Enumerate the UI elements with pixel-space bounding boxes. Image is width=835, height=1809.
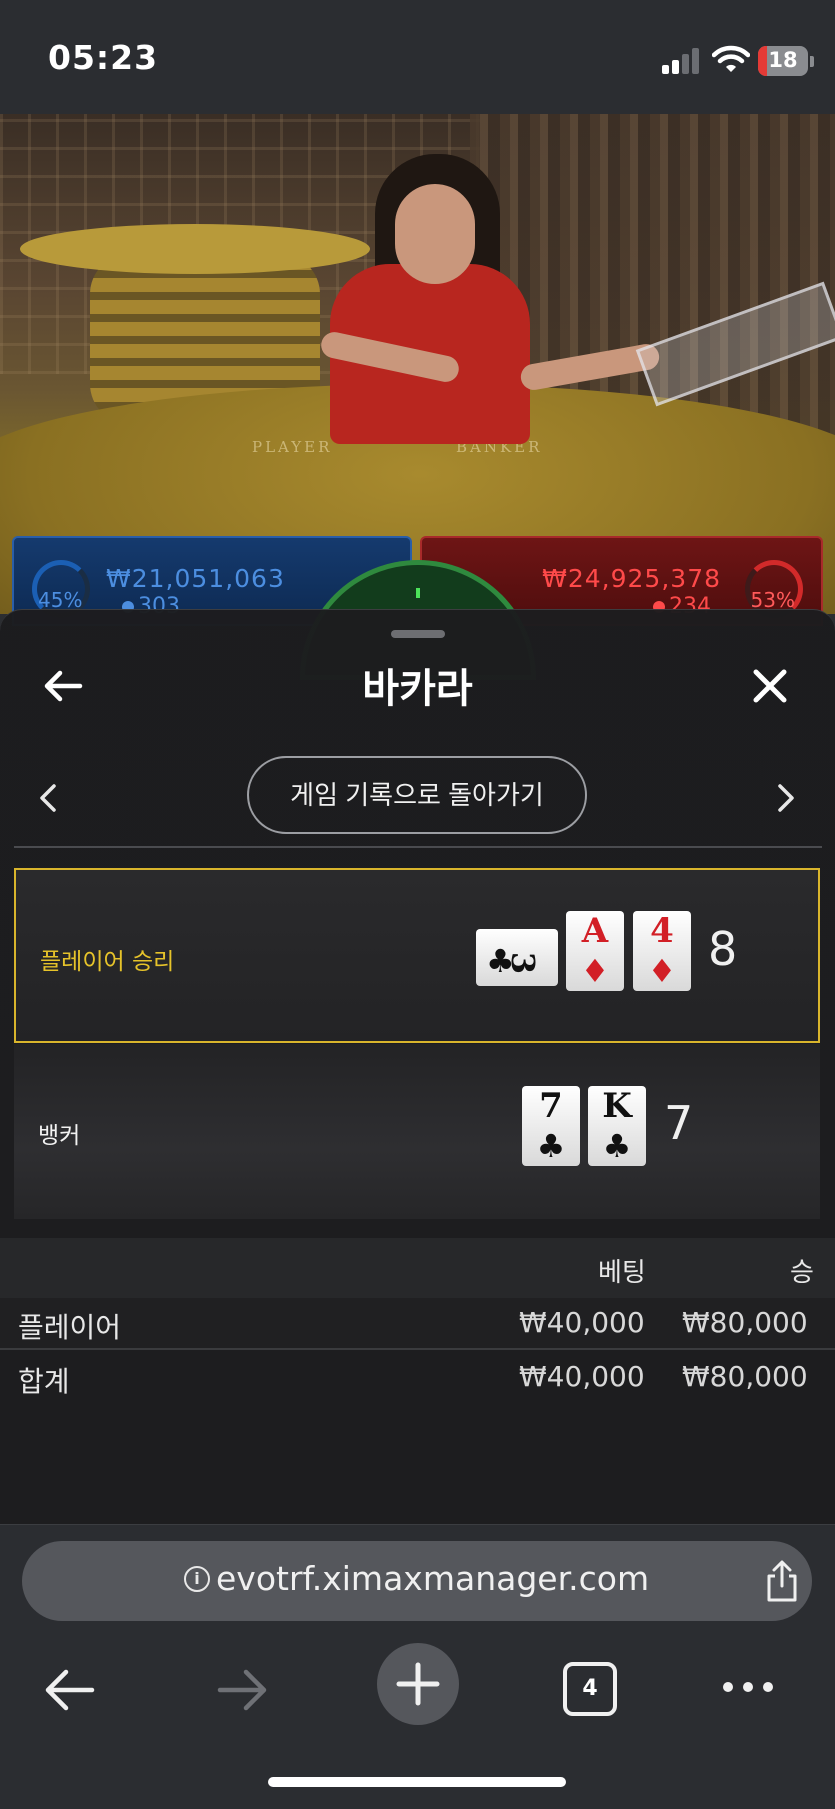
banker-result-label: 뱅커 bbox=[38, 1123, 81, 1149]
battery-percent: 18 bbox=[768, 48, 798, 72]
home-indicator[interactable] bbox=[268, 1777, 566, 1787]
tabs-button[interactable]: 4 bbox=[563, 1662, 617, 1716]
player-card-3: 4 ♦ bbox=[633, 911, 691, 991]
total-label: 합계 bbox=[18, 1365, 70, 1398]
battery-icon: 18 bbox=[758, 46, 808, 76]
dealer-face bbox=[395, 184, 475, 284]
new-tab-button[interactable] bbox=[377, 1643, 459, 1725]
banker-total-bet: ₩24,925,378 bbox=[542, 564, 721, 593]
sheet-title: 바카라 bbox=[362, 666, 473, 712]
player-total-bet: ₩21,051,063 bbox=[106, 564, 285, 593]
back-to-history-button[interactable]: 게임 기록으로 돌아가기 bbox=[247, 756, 587, 834]
more-icon[interactable] bbox=[718, 1677, 778, 1697]
close-icon[interactable] bbox=[746, 662, 794, 710]
info-icon[interactable]: i bbox=[184, 1566, 210, 1592]
win-column-header: 승 bbox=[790, 1258, 814, 1288]
player-card-2: A ♦ bbox=[566, 911, 624, 991]
bet-type: 플레이어 bbox=[18, 1311, 122, 1344]
divider bbox=[14, 846, 822, 848]
share-icon[interactable] bbox=[760, 1559, 804, 1603]
browser-forward-icon[interactable] bbox=[212, 1660, 272, 1720]
bet-column-header: 베팅 bbox=[598, 1258, 646, 1288]
address-bar[interactable]: i evotrf.ximaxmanager.com bbox=[22, 1541, 812, 1621]
status-bar: 05:23 18 bbox=[0, 0, 835, 114]
tie-indicator bbox=[416, 588, 420, 598]
bet-amount: ₩40,000 bbox=[519, 1306, 645, 1339]
banker-result-row: 뱅커 7 ♣ K ♣ 7 bbox=[14, 1044, 820, 1219]
card-rank: 7 bbox=[539, 1086, 563, 1126]
card-rank: K bbox=[602, 1086, 632, 1126]
player-score: 8 bbox=[708, 922, 738, 976]
player-card-1: ♣ 3 bbox=[476, 929, 558, 986]
browser-toolbar: i evotrf.ximaxmanager.com 4 bbox=[0, 1524, 835, 1809]
sheet-drag-handle[interactable] bbox=[391, 630, 445, 638]
card-suit: ♣ bbox=[536, 1127, 566, 1165]
player-result-row: 플레이어 승리 ♣ 3 A ♦ 4 ♦ 8 bbox=[14, 868, 820, 1043]
win-amount: ₩80,000 bbox=[682, 1306, 808, 1339]
game-history-sheet: 바카라 게임 기록으로 돌아가기 플레이어 승리 ♣ 3 A ♦ 4 ♦ 8 뱅… bbox=[0, 609, 835, 1524]
previous-round-icon[interactable] bbox=[34, 780, 62, 816]
status-time: 05:23 bbox=[48, 38, 159, 77]
banker-card-1: 7 ♣ bbox=[522, 1086, 580, 1166]
wifi-icon bbox=[712, 45, 750, 72]
url-text[interactable]: evotrf.ximaxmanager.com bbox=[216, 1559, 649, 1598]
card-suit: ♦ bbox=[647, 952, 677, 990]
banker-card-2: K ♣ bbox=[588, 1086, 646, 1166]
total-bet-amount: ₩40,000 bbox=[519, 1360, 645, 1393]
player-result-label: 플레이어 승리 bbox=[40, 949, 175, 975]
card-rank: 3 bbox=[504, 951, 543, 975]
next-round-icon[interactable] bbox=[772, 780, 800, 816]
bets-table-header: 베팅 승 bbox=[0, 1238, 835, 1298]
card-rank: 4 bbox=[650, 911, 674, 951]
card-rank: A bbox=[581, 911, 609, 951]
background-table bbox=[20, 224, 370, 274]
table-row-total: 합계 ₩40,000 ₩80,000 bbox=[0, 1352, 835, 1404]
cellular-signal-icon bbox=[662, 48, 702, 74]
total-win-amount: ₩80,000 bbox=[682, 1360, 808, 1393]
table-row: 플레이어 ₩40,000 ₩80,000 bbox=[0, 1298, 835, 1350]
battery-tip bbox=[810, 56, 814, 67]
plus-icon bbox=[396, 1662, 440, 1706]
browser-back-icon[interactable] bbox=[40, 1660, 100, 1720]
card-suit: ♦ bbox=[580, 952, 610, 990]
banker-score: 7 bbox=[664, 1096, 694, 1150]
felt-player-label: PLAYER bbox=[252, 438, 333, 456]
card-suit: ♣ bbox=[602, 1127, 632, 1165]
